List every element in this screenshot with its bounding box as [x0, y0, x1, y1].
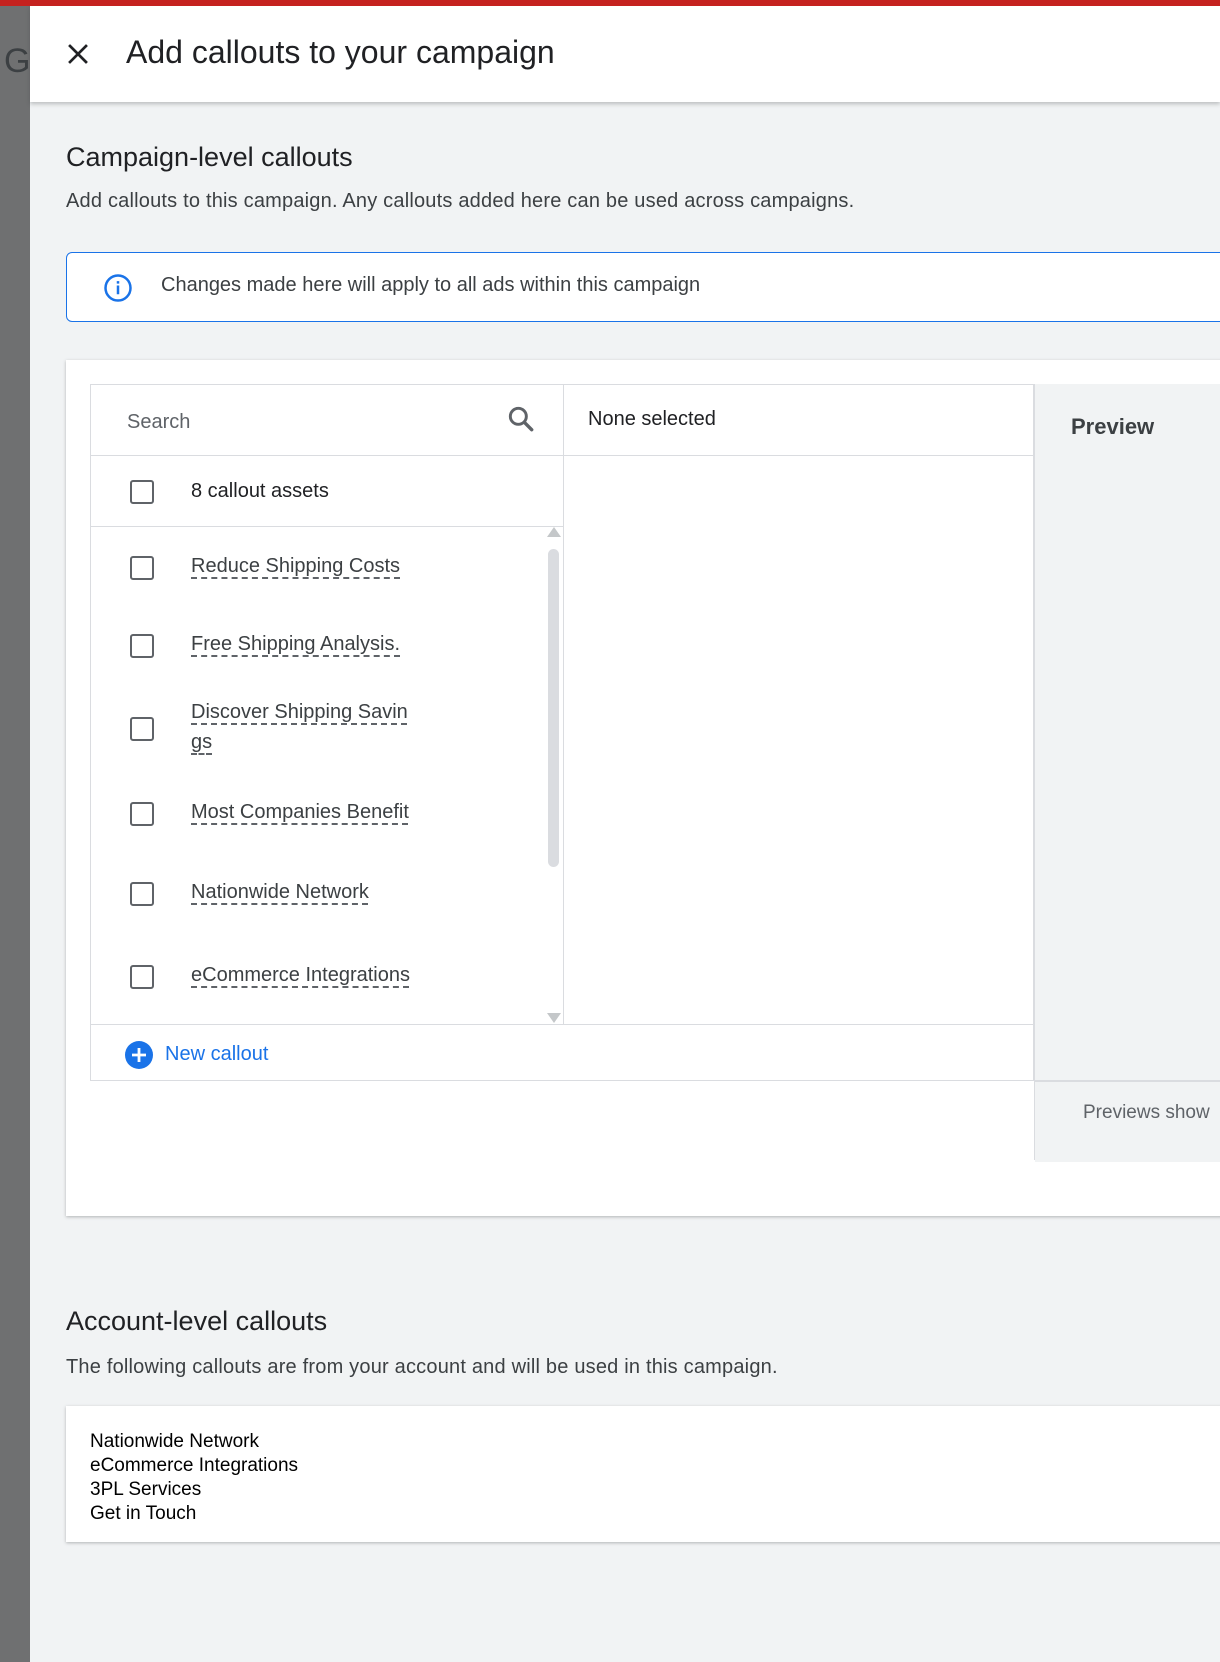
preview-footer: Previews show: [1035, 1080, 1220, 1162]
top-accent-bar: [0, 0, 1220, 6]
account-callout-list: Nationwide Network eCommerce Integration…: [90, 1430, 298, 1526]
search-box: [91, 385, 563, 456]
background-app-letter: G: [4, 42, 31, 80]
info-banner: Changes made here will apply to all ads …: [66, 252, 1220, 322]
account-section-title: Account-level callouts: [66, 1306, 328, 1336]
callout-checkbox[interactable]: [130, 965, 154, 989]
list-item[interactable]: Discover Shipping Savin gs: [91, 687, 541, 787]
select-all-row[interactable]: 8 callout assets: [91, 456, 563, 527]
close-icon: [68, 44, 88, 64]
selected-header-divider: [563, 455, 1035, 456]
callouts-panel: Add callouts to your campaign Campaign-l…: [30, 6, 1220, 1662]
list-item[interactable]: Nationwide Network: [91, 877, 541, 947]
background-app-strip: G: [0, 6, 30, 1662]
callout-picker: None selected 8 callout assets Reduce Sh…: [90, 384, 1035, 1081]
callout-checkbox[interactable]: [130, 717, 154, 741]
scroll-up-arrow[interactable]: [547, 527, 561, 537]
scroll-down-arrow[interactable]: [547, 1013, 561, 1023]
select-all-checkbox[interactable]: [130, 480, 154, 504]
account-callout-item: eCommerce Integrations: [90, 1455, 299, 1476]
panel-title: Add callouts to your campaign: [126, 34, 555, 70]
callout-label: Nationwide Network: [191, 881, 369, 903]
callout-label: Most Companies Benefit: [191, 801, 409, 823]
select-all-label: 8 callout assets: [191, 480, 329, 502]
selected-status: None selected: [588, 408, 716, 430]
account-callout-item: 3PL Services: [90, 1479, 202, 1500]
account-section-description: The following callouts are from your acc…: [66, 1356, 778, 1378]
campaign-section-title: Campaign-level callouts: [66, 142, 353, 172]
scrollbar-thumb[interactable]: [548, 549, 559, 867]
callout-picker-card: None selected 8 callout assets Reduce Sh…: [66, 360, 1220, 1216]
add-circle-icon: [125, 1041, 153, 1069]
picker-footer: New callout: [91, 1024, 1033, 1081]
close-button[interactable]: [62, 38, 94, 70]
account-callout-item: Get in Touch: [90, 1503, 197, 1524]
search-icon[interactable]: [505, 403, 537, 435]
column-divider: [563, 385, 564, 1024]
callout-checkbox[interactable]: [130, 882, 154, 906]
callout-label: Discover Shipping Savin gs: [191, 701, 408, 753]
list-item[interactable]: Free Shipping Analysis.: [91, 607, 541, 677]
info-banner-text: Changes made here will apply to all ads …: [161, 274, 701, 296]
callout-label: Free Shipping Analysis.: [191, 633, 401, 655]
callout-checkbox[interactable]: [130, 634, 154, 658]
campaign-section-description: Add callouts to this campaign. Any callo…: [66, 190, 855, 212]
list-item[interactable]: Reduce Shipping Costs: [91, 527, 541, 597]
callout-checkbox[interactable]: [130, 802, 154, 826]
search-input[interactable]: [125, 407, 489, 437]
callout-label: Reduce Shipping Costs: [191, 555, 401, 577]
list-item[interactable]: Most Companies Benefit: [91, 797, 541, 867]
account-callouts-card: Nationwide Network eCommerce Integration…: [66, 1406, 1220, 1542]
info-icon: [104, 274, 132, 302]
preview-title: Preview: [1071, 414, 1155, 439]
callout-list: Reduce Shipping Costs Free Shipping Anal…: [91, 527, 563, 1024]
preview-note: Previews show: [1083, 1102, 1210, 1123]
callout-label: eCommerce Integrations: [191, 964, 410, 986]
account-callout-item: Nationwide Network: [90, 1431, 259, 1452]
new-callout-label: New callout: [165, 1043, 269, 1065]
list-item[interactable]: eCommerce Integrations: [91, 960, 541, 1024]
callout-checkbox[interactable]: [130, 556, 154, 580]
preview-pane: Preview Previews show: [1034, 384, 1220, 1162]
panel-header: Add callouts to your campaign: [30, 6, 1220, 102]
